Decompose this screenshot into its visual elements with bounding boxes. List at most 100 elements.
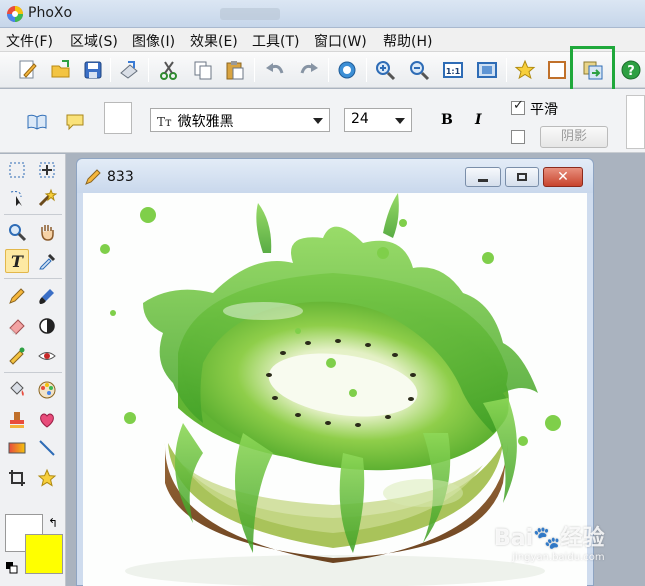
toolbar-separator xyxy=(328,58,329,82)
rect-select-tool[interactable] xyxy=(5,158,29,182)
zoom-in-button[interactable] xyxy=(372,57,398,83)
document-title-bar: 833 ✕ xyxy=(77,159,593,193)
default-colors-icon[interactable] xyxy=(6,562,18,574)
actual-size-icon: 1:1 xyxy=(443,62,463,78)
cut-button[interactable] xyxy=(156,57,182,83)
magnifier-icon xyxy=(9,224,27,242)
toolbar-separator xyxy=(254,58,255,82)
clone-tool[interactable] xyxy=(5,344,29,368)
menu-window[interactable]: 窗口(W) xyxy=(314,31,367,51)
sticker-tool[interactable] xyxy=(35,466,59,490)
gradient-tool[interactable] xyxy=(5,436,29,460)
heart-icon xyxy=(40,413,54,428)
favorite-button[interactable] xyxy=(512,57,538,83)
menu-file[interactable]: 文件(F) xyxy=(6,31,53,51)
gradient-icon xyxy=(8,442,26,454)
menu-help[interactable]: 帮助(H) xyxy=(383,31,432,51)
minimize-button[interactable] xyxy=(465,167,501,187)
smooth-label: 平滑 xyxy=(530,102,558,118)
rect-select-icon xyxy=(9,162,25,178)
redo-button[interactable] xyxy=(296,57,322,83)
eraser-tool[interactable] xyxy=(5,314,29,338)
app-title: PhoXo xyxy=(28,5,73,21)
toolbar-separator xyxy=(148,58,149,82)
svg-text:?: ? xyxy=(627,64,635,79)
fill-tool[interactable] xyxy=(5,378,29,402)
book-icon[interactable] xyxy=(26,111,48,133)
hand-tool[interactable] xyxy=(35,220,59,244)
save-button[interactable] xyxy=(80,57,106,83)
open-button[interactable] xyxy=(48,57,74,83)
line-tool[interactable] xyxy=(35,436,59,460)
lasso-select-tool[interactable] xyxy=(5,186,29,210)
red-eye-tool[interactable] xyxy=(35,344,59,368)
font-name-select[interactable]: Tт 微软雅黑 xyxy=(150,108,330,132)
fit-window-button[interactable] xyxy=(474,57,500,83)
star-icon xyxy=(514,59,536,80)
tool-separator xyxy=(4,278,62,279)
eyedropper-icon xyxy=(39,253,56,270)
shadow-button[interactable]: 阴影 xyxy=(540,126,608,148)
clone-icon xyxy=(9,347,25,365)
zoom-out-icon xyxy=(410,61,430,81)
help-icon: ? xyxy=(621,60,641,80)
fit-window-icon xyxy=(477,62,497,78)
zoom-tool[interactable] xyxy=(5,220,29,244)
help-button[interactable]: ? xyxy=(618,57,644,83)
minimize-icon xyxy=(478,178,488,182)
svg-text:1:1: 1:1 xyxy=(446,67,461,76)
move-tool[interactable] xyxy=(35,158,59,182)
bold-button[interactable]: B xyxy=(441,112,453,128)
tool-separator xyxy=(4,372,62,373)
swap-colors-icon[interactable]: ↰ xyxy=(48,516,58,530)
close-button[interactable]: ✕ xyxy=(543,167,583,187)
pencil-tool[interactable] xyxy=(5,284,29,308)
paint-bucket-icon xyxy=(10,381,24,396)
hand-icon xyxy=(41,225,54,241)
contrast-tool[interactable] xyxy=(35,314,59,338)
font-size-value: 24 xyxy=(351,111,369,127)
italic-button[interactable]: I xyxy=(475,112,482,128)
maximize-icon xyxy=(517,173,527,181)
menu-tools[interactable]: 工具(T) xyxy=(252,31,299,51)
menu-region[interactable]: 区域(S) xyxy=(70,31,118,51)
undo-icon xyxy=(266,63,284,74)
stamp-tool[interactable] xyxy=(5,408,29,432)
rotate-button[interactable] xyxy=(334,57,360,83)
eye-icon xyxy=(38,352,56,360)
smooth-checkbox[interactable] xyxy=(511,98,525,115)
font-size-select[interactable]: 24 xyxy=(344,108,412,132)
magic-wand-icon xyxy=(38,188,57,207)
menu-bar: 文件(F) 区域(S) 图像(I) 效果(E) 工具(T) 窗口(W) 帮助(H… xyxy=(0,28,645,52)
text-color-swatch[interactable] xyxy=(104,102,132,134)
font-name-value: 微软雅黑 xyxy=(177,114,234,130)
frame-button[interactable] xyxy=(544,57,570,83)
text-tool[interactable]: T xyxy=(5,249,29,273)
shape-tool[interactable] xyxy=(35,408,59,432)
blurred-region xyxy=(220,8,280,20)
brush-tool[interactable] xyxy=(35,284,59,308)
menu-image[interactable]: 图像(I) xyxy=(132,31,175,51)
baidu-watermark: Bai🐾经验 jingyan.baidu.com xyxy=(494,520,605,563)
paste-icon xyxy=(226,61,244,80)
copy-button[interactable] xyxy=(190,57,216,83)
actual-size-button[interactable]: 1:1 xyxy=(440,57,466,83)
crop-tool[interactable] xyxy=(5,466,29,490)
magic-wand-tool[interactable] xyxy=(35,186,59,210)
move-icon xyxy=(39,162,55,178)
background-color-swatch[interactable] xyxy=(25,534,63,574)
toolbar-separator xyxy=(110,58,111,82)
new-file-icon xyxy=(19,60,37,79)
new-file-button[interactable] xyxy=(14,57,40,83)
zoom-out-button[interactable] xyxy=(406,57,432,83)
shadow-checkbox[interactable] xyxy=(511,130,525,144)
scan-button[interactable] xyxy=(116,57,142,83)
pencil-icon xyxy=(9,288,25,304)
paste-button[interactable] xyxy=(222,57,248,83)
eyedropper-tool[interactable] xyxy=(35,249,59,273)
undo-button[interactable] xyxy=(262,57,288,83)
menu-effect[interactable]: 效果(E) xyxy=(190,31,238,51)
maximize-button[interactable] xyxy=(505,167,539,187)
color-replace-tool[interactable] xyxy=(35,378,59,402)
speech-bubble-icon[interactable] xyxy=(64,111,86,133)
